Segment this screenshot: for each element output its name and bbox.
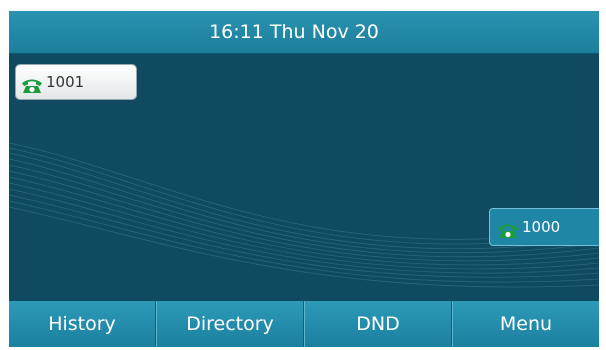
softkey-bar: History Directory DND Menu (9, 301, 599, 347)
softkey-menu[interactable]: Menu (452, 301, 599, 347)
phone-icon (20, 73, 44, 93)
phone-screen: 16:11 Thu Nov 20 1001 1000 History Direc… (9, 11, 599, 347)
softkey-history[interactable]: History (9, 301, 156, 347)
phone-bezel: 16:11 Thu Nov 20 1001 1000 History Direc… (0, 0, 606, 350)
status-bar: 16:11 Thu Nov 20 (9, 11, 599, 54)
line-key-1001[interactable]: 1001 (15, 64, 137, 100)
softkey-dnd[interactable]: DND (304, 301, 452, 347)
line-key-label: 1001 (46, 73, 85, 91)
softkey-directory[interactable]: Directory (156, 301, 304, 347)
line-key-1000[interactable]: 1000 (489, 208, 599, 246)
phone-icon (496, 218, 520, 238)
line-key-label: 1000 (522, 218, 561, 236)
status-time-date: 16:11 Thu Nov 20 (209, 21, 379, 43)
